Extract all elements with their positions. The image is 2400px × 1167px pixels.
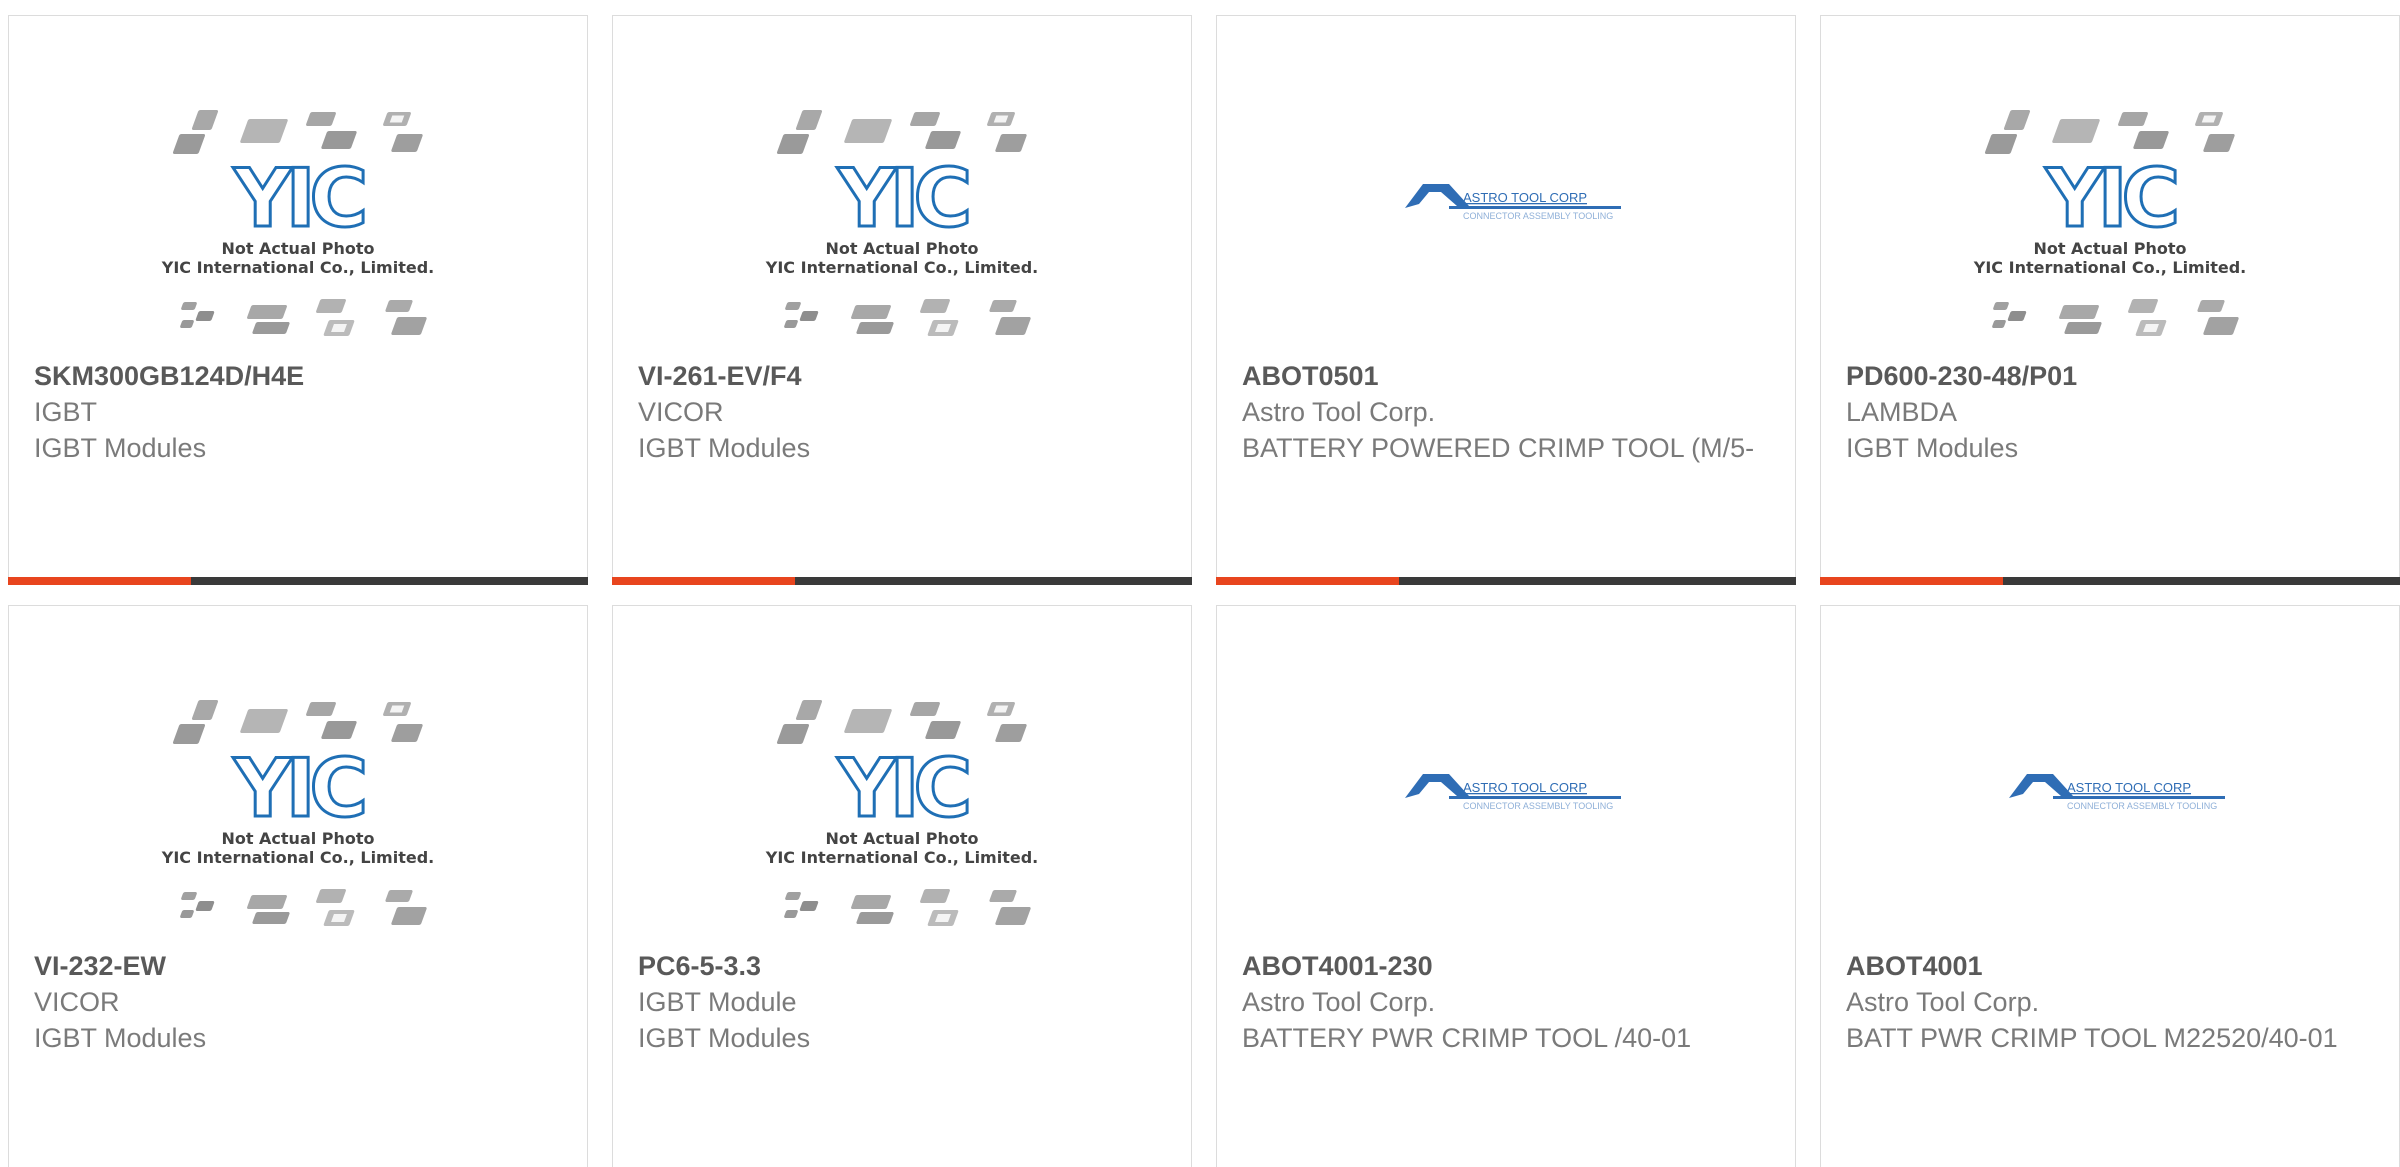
description-label: BATT PWR CRIMP TOOL M22520/40-01 (1846, 1023, 2338, 1053)
chip-illustration-icon: YIC (776, 700, 1031, 926)
chip-illustration-icon: YIC (172, 700, 427, 926)
product-info: ABOT0501 Astro Tool Corp. BATTERY POWERE… (1242, 358, 1762, 466)
product-image-link[interactable]: YIC Not Actual Photo YIC International Co.… (9, 16, 587, 356)
product-info: VI-261-EV/F4 VICOR IGBT Modules (638, 358, 1158, 466)
manufacturer-label: VICOR (34, 987, 120, 1017)
yic-placeholder-image: YIC Not Actual Photo YIC International Co.… (1821, 16, 2399, 356)
manufacturer-label: IGBT (34, 397, 98, 427)
description-label: IGBT Modules (34, 1023, 207, 1053)
chip-illustration-icon: YIC (776, 110, 1031, 336)
part-number-link[interactable]: VI-261-EV/F4 (638, 358, 1158, 394)
product-card[interactable]: YIC Not Actual Photo YIC International Co.… (8, 15, 588, 585)
yic-placeholder-image: YIC Not Actual Photo YIC International Co.… (613, 606, 1191, 946)
description-label: BATTERY POWERED CRIMP TOOL (M/5- (1242, 433, 1755, 463)
yic-placeholder-image: YIC Not Actual Photo YIC International Co.… (9, 606, 587, 946)
placeholder-caption-line2: YIC International Co., Limited. (161, 848, 435, 867)
description-label: IGBT Modules (638, 1023, 811, 1053)
card-accent (1820, 577, 2003, 585)
chip-illustration-icon: YIC (172, 110, 427, 336)
yic-logo-icon: YIC (2045, 152, 2176, 245)
product-image-link[interactable]: YIC Not Actual Photo YIC International Co.… (613, 16, 1191, 356)
product-image-link[interactable]: YIC Not Actual Photo YIC International Co.… (9, 606, 587, 946)
placeholder-caption-line2: YIC International Co., Limited. (765, 258, 1039, 277)
part-number-link[interactable]: ABOT0501 (1242, 358, 1762, 394)
astro-tool-logo: ASTRO TOOL CORP CONNECTOR ASSEMBLY TOOLIN… (1821, 606, 2399, 951)
product-info: PD600-230-48/P01 LAMBDA IGBT Modules (1846, 358, 2366, 466)
product-info: PC6-5-3.3 IGBT Module IGBT Modules (638, 948, 1158, 1056)
placeholder-caption-line2: YIC International Co., Limited. (161, 258, 435, 277)
yic-logo-icon: YIC (233, 742, 364, 835)
description-label: IGBT Modules (1846, 433, 2019, 463)
manufacturer-label: VICOR (638, 397, 724, 427)
description-label: IGBT Modules (34, 433, 207, 463)
card-bottom-bar (1820, 577, 2400, 585)
product-card[interactable]: ASTRO TOOL CORP CONNECTOR ASSEMBLY TOOLIN… (1216, 605, 1796, 1167)
astro-tool-logo: ASTRO TOOL CORP CONNECTOR ASSEMBLY TOOLIN… (1217, 606, 1795, 951)
yic-logo-icon: YIC (837, 742, 968, 835)
card-accent (612, 577, 795, 585)
product-grid: YIC Not Actual Photo YIC International Co.… (0, 0, 2400, 1167)
placeholder-caption-line2: YIC International Co., Limited. (765, 848, 1039, 867)
card-bottom-bar (612, 577, 1192, 585)
astro-triangle-icon: ASTRO TOOL CORP CONNECTOR ASSEMBLY TOOLIN… (2009, 774, 2225, 811)
svg-text:CONNECTOR ASSEMBLY TOOLING: CONNECTOR ASSEMBLY TOOLING (1463, 801, 1613, 811)
card-accent (8, 577, 191, 585)
product-info: ABOT4001-230 Astro Tool Corp. BATTERY PW… (1242, 948, 1762, 1056)
manufacturer-label: LAMBDA (1846, 397, 1958, 427)
yic-logo-icon: YIC (837, 152, 968, 245)
product-card[interactable]: YIC Not Actual Photo YIC International Co.… (1820, 15, 2400, 585)
svg-text:ASTRO TOOL CORP: ASTRO TOOL CORP (1463, 780, 1587, 795)
yic-placeholder-image: YIC Not Actual Photo YIC International Co.… (613, 16, 1191, 356)
svg-text:CONNECTOR ASSEMBLY TOOLING: CONNECTOR ASSEMBLY TOOLING (1463, 211, 1613, 221)
yic-placeholder-image: YIC Not Actual Photo YIC International Co.… (9, 16, 587, 356)
yic-logo-icon: YIC (233, 152, 364, 245)
manufacturer-label: Astro Tool Corp. (1242, 987, 1436, 1017)
description-label: BATTERY PWR CRIMP TOOL /40-01 (1242, 1023, 1692, 1053)
manufacturer-label: Astro Tool Corp. (1846, 987, 2040, 1017)
product-image-link[interactable]: ASTRO TOOL CORP CONNECTOR ASSEMBLY TOOLIN… (1217, 16, 1795, 356)
part-number-link[interactable]: ABOT4001 (1846, 948, 2366, 984)
card-accent (1216, 577, 1399, 585)
product-card[interactable]: ASTRO TOOL CORP CONNECTOR ASSEMBLY TOOLIN… (1820, 605, 2400, 1167)
placeholder-caption-line1: Not Actual Photo (221, 829, 375, 848)
product-info: VI-232-EW VICOR IGBT Modules (34, 948, 554, 1056)
manufacturer-label: Astro Tool Corp. (1242, 397, 1436, 427)
description-label: IGBT Modules (638, 433, 811, 463)
product-card[interactable]: YIC Not Actual Photo YIC International Co.… (612, 15, 1192, 585)
product-info: SKM300GB124D/H4E IGBT IGBT Modules (34, 358, 554, 466)
svg-text:CONNECTOR ASSEMBLY TOOLING: CONNECTOR ASSEMBLY TOOLING (2067, 801, 2217, 811)
astro-triangle-icon: ASTRO TOOL CORP CONNECTOR ASSEMBLY TOOLIN… (1405, 184, 1621, 221)
product-card[interactable]: YIC Not Actual Photo YIC International Co.… (8, 605, 588, 1167)
product-image-link[interactable]: YIC Not Actual Photo YIC International Co.… (1821, 16, 2399, 356)
product-image-link[interactable]: ASTRO TOOL CORP CONNECTOR ASSEMBLY TOOLIN… (1217, 606, 1795, 946)
part-number-link[interactable]: SKM300GB124D/H4E (34, 358, 554, 394)
manufacturer-label: IGBT Module (638, 987, 797, 1017)
product-info: ABOT4001 Astro Tool Corp. BATT PWR CRIMP… (1846, 948, 2366, 1056)
card-bottom-bar (8, 577, 588, 585)
astro-triangle-icon: ASTRO TOOL CORP CONNECTOR ASSEMBLY TOOLIN… (1405, 774, 1621, 811)
product-card[interactable]: ASTRO TOOL CORP CONNECTOR ASSEMBLY TOOLIN… (1216, 15, 1796, 585)
svg-text:ASTRO TOOL CORP: ASTRO TOOL CORP (1463, 190, 1587, 205)
part-number-link[interactable]: ABOT4001-230 (1242, 948, 1762, 984)
chip-illustration-icon: YIC (1984, 110, 2239, 336)
product-image-link[interactable]: YIC Not Actual Photo YIC International Co.… (613, 606, 1191, 946)
svg-text:ASTRO TOOL CORP: ASTRO TOOL CORP (2067, 780, 2191, 795)
astro-tool-logo: ASTRO TOOL CORP CONNECTOR ASSEMBLY TOOLIN… (1217, 16, 1795, 361)
placeholder-caption-line1: Not Actual Photo (825, 239, 979, 258)
placeholder-caption-line1: Not Actual Photo (825, 829, 979, 848)
card-bottom-bar (1216, 577, 1796, 585)
part-number-link[interactable]: VI-232-EW (34, 948, 554, 984)
placeholder-caption-line1: Not Actual Photo (221, 239, 375, 258)
part-number-link[interactable]: PD600-230-48/P01 (1846, 358, 2366, 394)
part-number-link[interactable]: PC6-5-3.3 (638, 948, 1158, 984)
product-image-link[interactable]: ASTRO TOOL CORP CONNECTOR ASSEMBLY TOOLIN… (1821, 606, 2399, 946)
product-card[interactable]: YIC Not Actual Photo YIC International Co.… (612, 605, 1192, 1167)
placeholder-caption-line2: YIC International Co., Limited. (1973, 258, 2247, 277)
placeholder-caption-line1: Not Actual Photo (2033, 239, 2187, 258)
